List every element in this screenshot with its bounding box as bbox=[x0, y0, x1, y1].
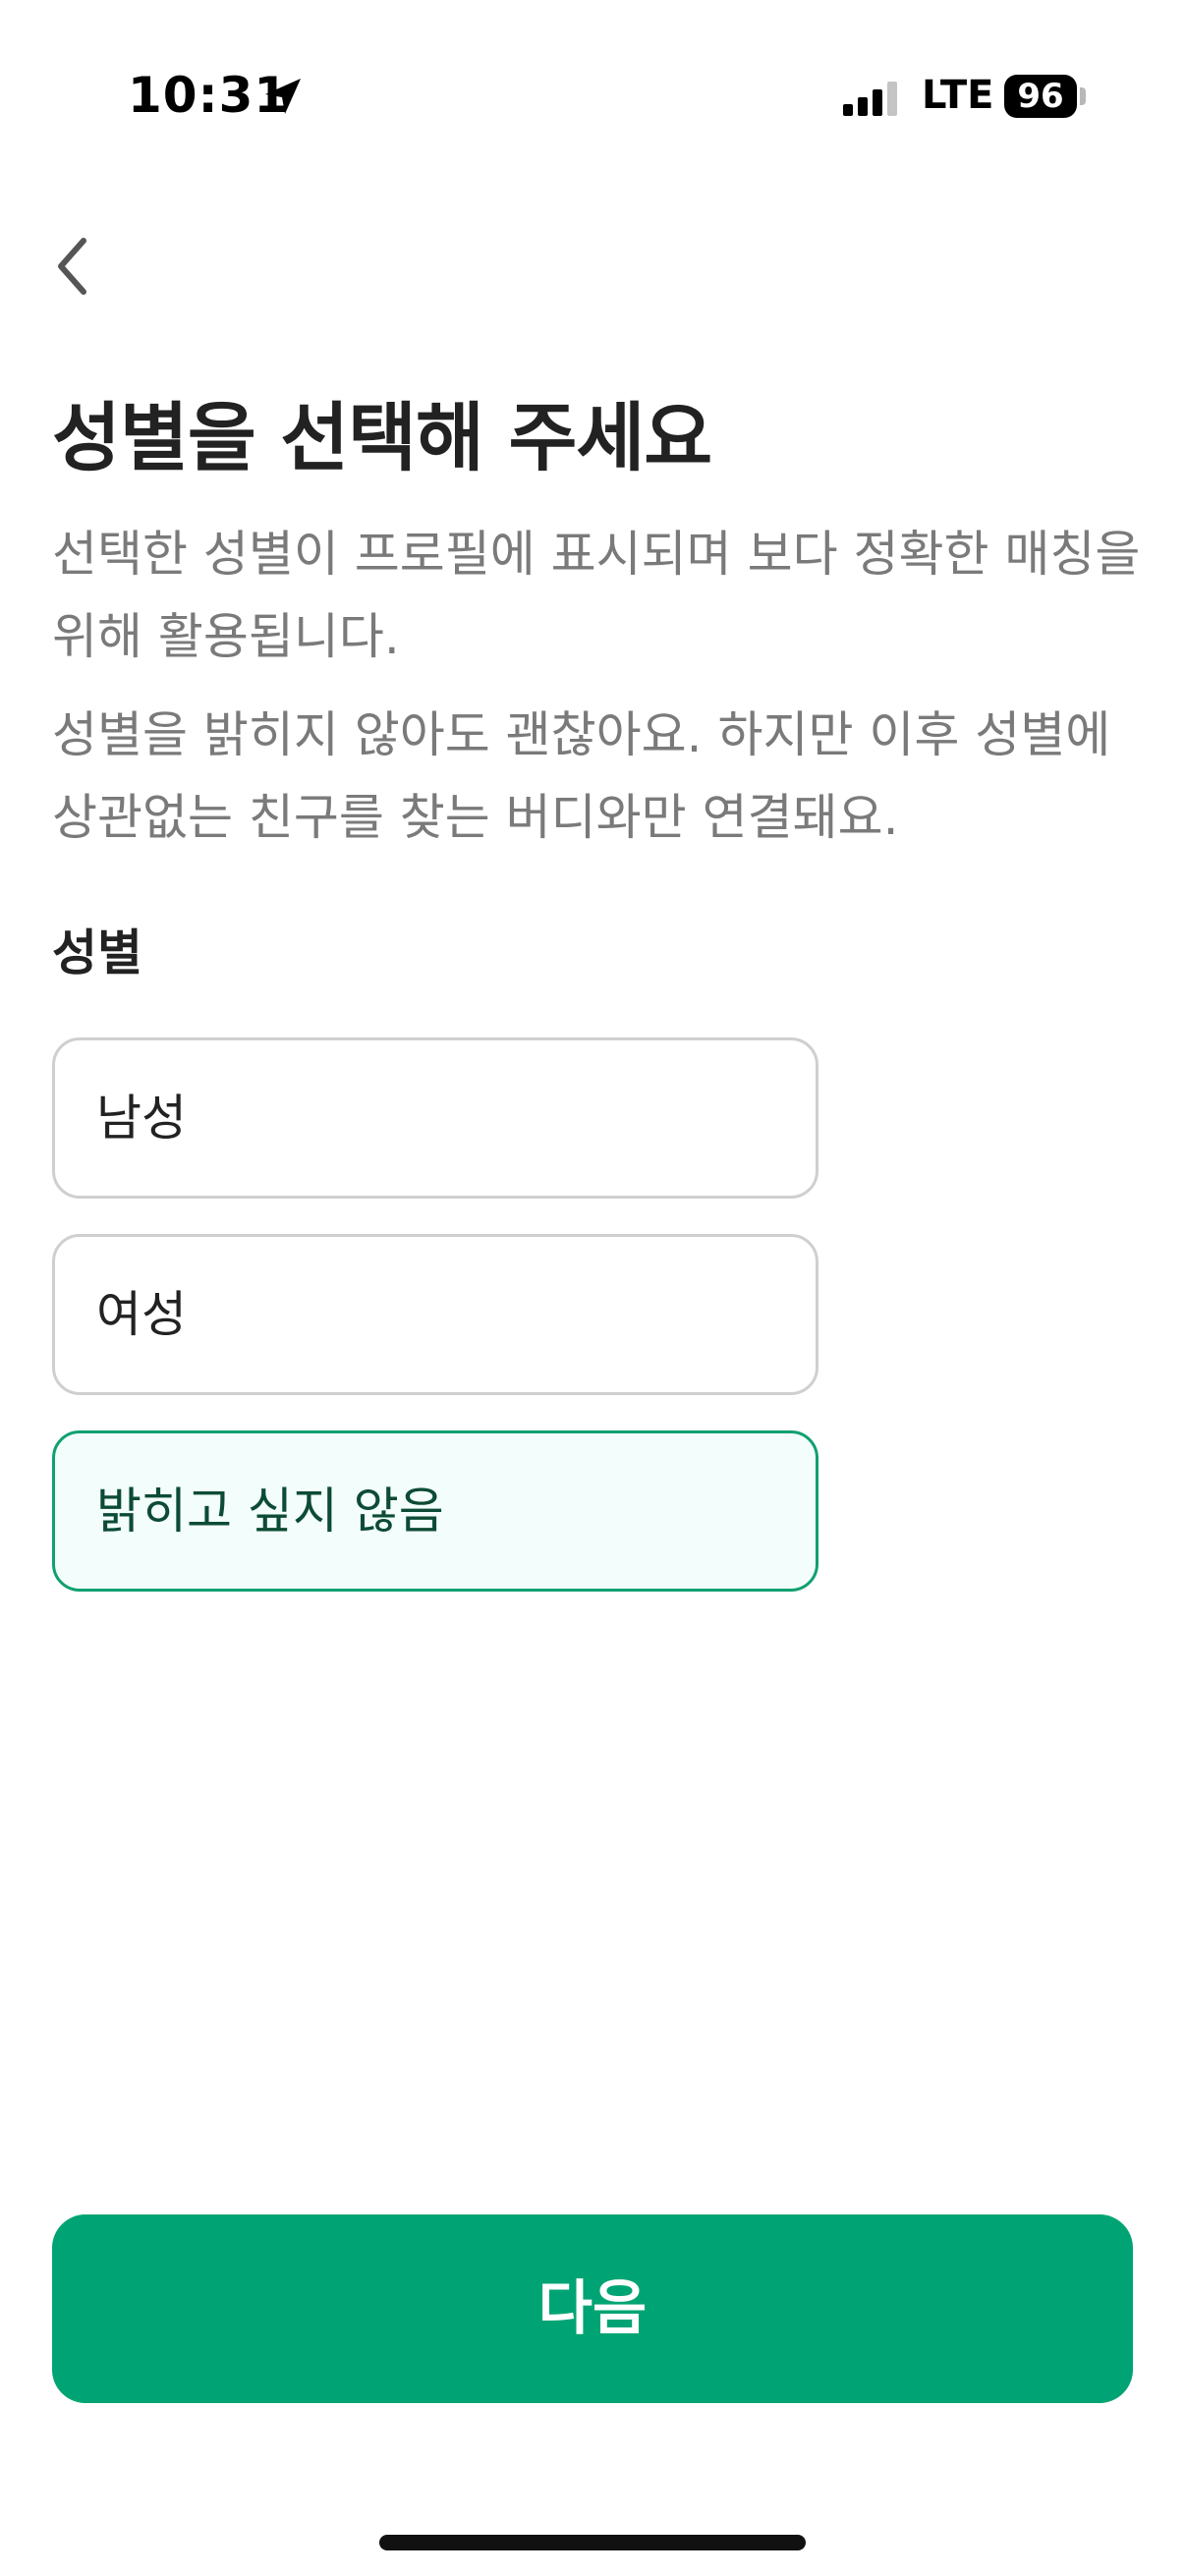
back-button[interactable] bbox=[39, 226, 108, 305]
network-type-label: LTE bbox=[922, 73, 994, 118]
page-title: 성별을 선택해 주세요 bbox=[52, 394, 712, 481]
gender-option-undisclosed[interactable]: 밝히고 싶지 않음 bbox=[52, 1430, 818, 1592]
location-arrow-icon bbox=[261, 75, 305, 118]
description-profile-display: 선택한 성별이 프로필에 표시되며 보다 정확한 매칭을 위해 활용됩니다. bbox=[52, 526, 1141, 665]
next-button-label: 다음 bbox=[537, 2274, 648, 2343]
status-bar: 10:31 LTE 96 bbox=[0, 0, 1185, 196]
home-indicator[interactable] bbox=[379, 2535, 806, 2550]
description-undisclosed-notice: 성별을 밝히지 않아도 괜찮아요. 하지만 이후 성별에 상관없는 친구를 찾는… bbox=[52, 706, 1111, 846]
battery-terminal bbox=[1080, 87, 1086, 105]
next-button[interactable]: 다음 bbox=[52, 2214, 1133, 2403]
option-label: 여성 bbox=[96, 1286, 187, 1343]
option-label: 남성 bbox=[96, 1090, 187, 1147]
gender-option-female[interactable]: 여성 bbox=[52, 1234, 818, 1395]
gender-option-male[interactable]: 남성 bbox=[52, 1037, 818, 1199]
signal-bars-icon bbox=[843, 79, 902, 118]
battery-icon: 96 bbox=[1004, 75, 1077, 118]
option-label: 밝히고 싶지 않음 bbox=[96, 1483, 444, 1540]
chevron-left-icon bbox=[58, 238, 86, 295]
gender-section-label: 성별 bbox=[52, 924, 142, 981]
